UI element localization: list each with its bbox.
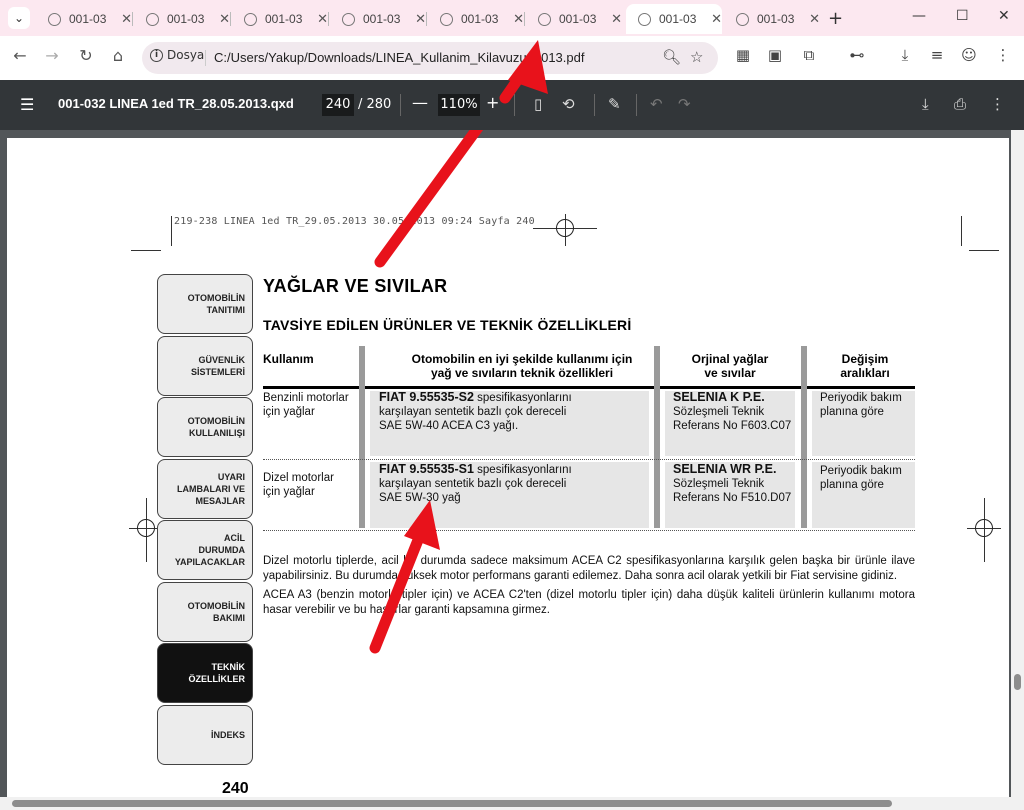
scrollbar-thumb[interactable] xyxy=(12,800,892,807)
scrollbar-thumb[interactable] xyxy=(1014,674,1021,690)
annotation-arrows xyxy=(369,130,484,654)
arrow-to-url xyxy=(374,130,484,268)
vertical-scrollbar[interactable] xyxy=(1011,130,1024,810)
arrow-head-url xyxy=(499,40,548,104)
arrowhead-top xyxy=(499,40,548,104)
pdf-viewer[interactable]: 219-238 LINEA 1ed TR_29.05.2013 30.05.20… xyxy=(0,130,1024,810)
horizontal-scrollbar[interactable] xyxy=(0,797,1011,810)
arrow-to-spec xyxy=(369,500,440,654)
